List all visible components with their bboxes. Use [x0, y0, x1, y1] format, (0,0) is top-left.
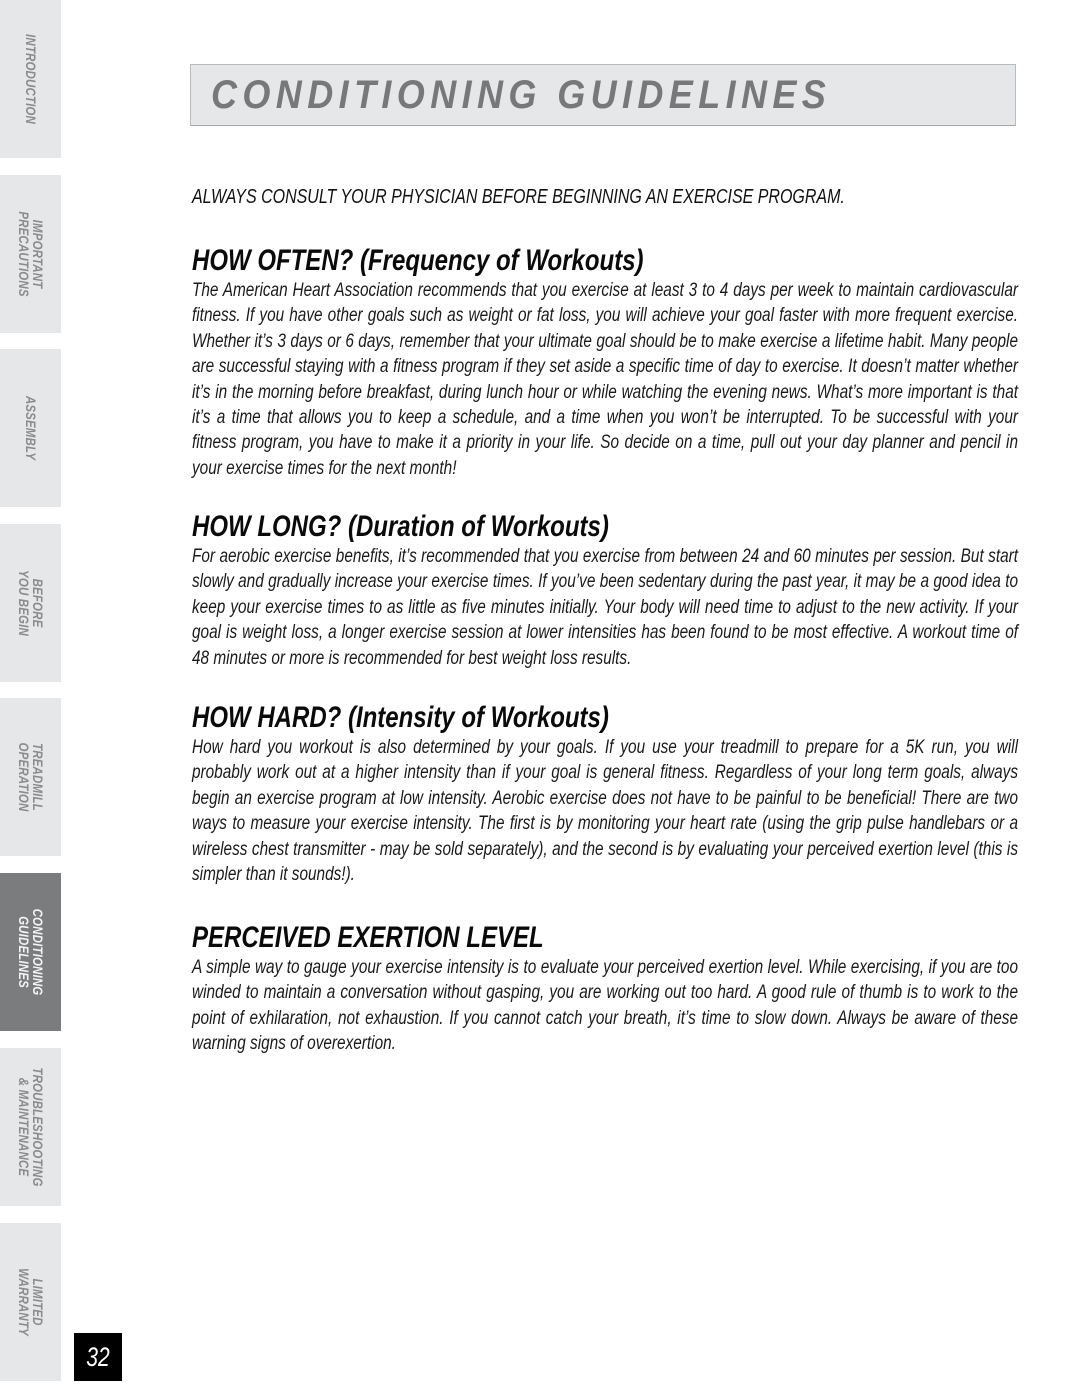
section-heading: HOW OFTEN? (Frequency of Workouts)	[192, 244, 644, 277]
section-body: The American Heart Association recommend…	[192, 280, 1018, 479]
tab-label: TREADMILL OPERATION	[15, 742, 46, 812]
tab-introduction[interactable]: INTRODUCTION	[0, 0, 61, 158]
section-heading: PERCEIVED EXERTION LEVEL	[192, 921, 544, 954]
section-how-long: HOW LONG? (Duration of Workouts) For aer…	[192, 510, 1018, 671]
physician-warning: ALWAYS CONSULT YOUR PHYSICIAN BEFORE BEG…	[192, 186, 845, 208]
section-how-often: HOW OFTEN? (Frequency of Workouts) The A…	[192, 244, 1018, 481]
section-body: For aerobic exercise benefits, it’s reco…	[192, 546, 1018, 669]
section-how-hard: HOW HARD? (Intensity of Workouts) How ha…	[192, 701, 1018, 887]
page-title-banner: CONDITIONING GUIDELINES	[190, 64, 1016, 126]
tab-label: TROUBLESHOOTING & MAINTENANCE	[15, 1067, 46, 1187]
section-tabs: INTRODUCTION IMPORTANT PRECAUTIONS ASSEM…	[0, 0, 61, 1397]
page-title: CONDITIONING GUIDELINES	[211, 73, 832, 117]
tab-label: CONDITIONING GUIDELINES	[15, 908, 46, 996]
section-perceived-exertion: PERCEIVED EXERTION LEVEL A simple way to…	[192, 921, 1018, 1057]
page-number: 32	[74, 1333, 122, 1381]
tab-label: INTRODUCTION	[22, 34, 39, 124]
tab-conditioning-guidelines[interactable]: CONDITIONING GUIDELINES	[0, 873, 61, 1031]
tab-important-precautions[interactable]: IMPORTANT PRECAUTIONS	[0, 175, 61, 333]
tab-before-you-begin[interactable]: BEFORE YOU BEGIN	[0, 524, 61, 682]
tab-assembly[interactable]: ASSEMBLY	[0, 349, 61, 507]
tab-treadmill-operation[interactable]: TREADMILL OPERATION	[0, 698, 61, 856]
tab-label: ASSEMBLY	[22, 395, 39, 461]
section-heading: HOW LONG? (Duration of Workouts)	[192, 510, 609, 543]
tab-limited-warranty[interactable]: LIMITED WARRANTY	[0, 1223, 61, 1381]
tab-troubleshooting-maintenance[interactable]: TROUBLESHOOTING & MAINTENANCE	[0, 1048, 61, 1206]
section-body: A simple way to gauge your exercise inte…	[192, 957, 1018, 1055]
tab-label: BEFORE YOU BEGIN	[15, 570, 46, 636]
tab-label: LIMITED WARRANTY	[15, 1268, 46, 1336]
section-body: How hard you workout is also determined …	[192, 737, 1018, 886]
tab-label: IMPORTANT PRECAUTIONS	[15, 211, 46, 297]
section-heading: HOW HARD? (Intensity of Workouts)	[192, 701, 609, 734]
